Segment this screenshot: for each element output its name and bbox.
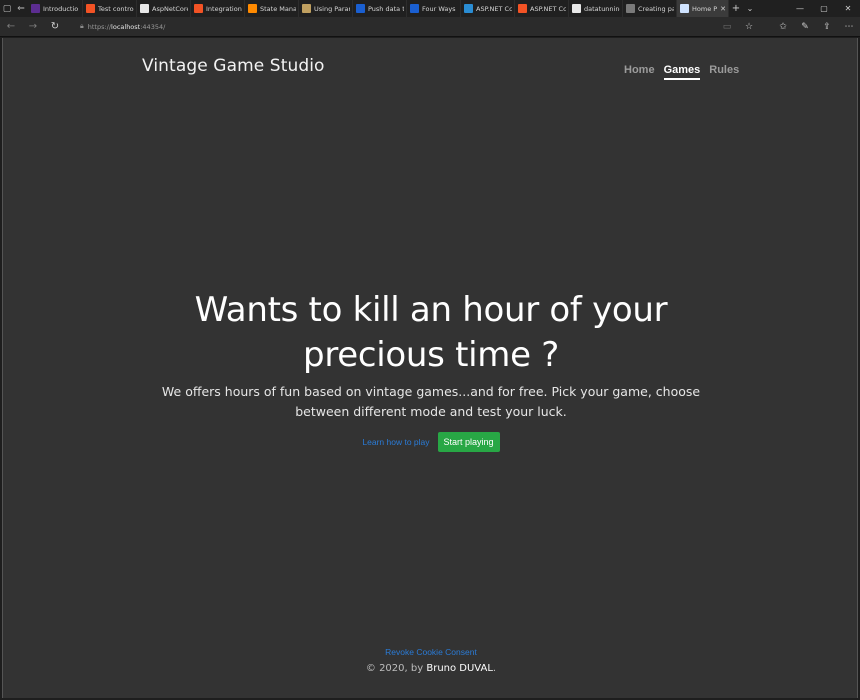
browser-tab-active[interactable]: Home P ✕	[677, 0, 729, 17]
start-playing-button[interactable]: Start playing	[437, 432, 500, 452]
lock-icon: 🔒︎	[80, 22, 84, 30]
tab-favicon-icon	[140, 4, 149, 13]
browser-tab[interactable]: Four Ways	[407, 0, 461, 17]
more-icon[interactable]: ⋯	[838, 22, 860, 32]
new-tab-icon[interactable]: +	[729, 3, 743, 14]
tab-label: AspNetCore	[152, 4, 188, 13]
pen-icon[interactable]: ✎	[794, 22, 816, 32]
browser-tab[interactable]: State Mana	[245, 0, 299, 17]
url-prefix: https://	[87, 22, 112, 31]
browser-tab-bar: ▢ ⇐ Introductio Test control AspNetCore …	[0, 0, 860, 17]
tab-favicon-icon	[302, 4, 311, 13]
favorite-star-icon[interactable]: ☆	[738, 22, 760, 32]
learn-how-to-play-link[interactable]: Learn how to play	[362, 437, 429, 447]
url-rest: :44354/	[140, 22, 166, 31]
nav-rules[interactable]: Rules	[709, 64, 739, 80]
url-text: https://localhost:44354/	[88, 23, 166, 31]
tab-favicon-icon	[31, 4, 40, 13]
chevron-down-icon[interactable]: ⌄	[743, 4, 757, 13]
hero-section: Wants to kill an hour of your precious t…	[3, 288, 859, 452]
browser-tab[interactable]: Introductio	[28, 0, 83, 17]
tab-label: datatunning	[584, 4, 620, 13]
tab-label: Four Ways	[422, 4, 456, 13]
browser-tab[interactable]: Using Parar	[299, 0, 353, 17]
nav-games[interactable]: Games	[663, 64, 701, 80]
share-icon[interactable]: ⇪	[816, 22, 838, 32]
tab-favicon-icon	[464, 4, 473, 13]
main-nav: Home Games Rules	[624, 64, 739, 80]
tab-favicon-icon	[680, 4, 689, 13]
window-controls: — ▢ ✕	[788, 4, 860, 13]
tab-label: Using Parar	[314, 4, 350, 13]
revoke-cookie-consent-link[interactable]: Revoke Cookie Consent	[3, 647, 859, 657]
address-bar-actions: ▭ ☆ ✩ ✎ ⇪ ⋯	[716, 22, 860, 32]
tab-favicon-icon	[518, 4, 527, 13]
hero-title: Wants to kill an hour of your precious t…	[194, 290, 668, 375]
tab-favicon-icon	[194, 4, 203, 13]
browser-tab[interactable]: Push data t	[353, 0, 407, 17]
tab-label: Push data t	[368, 4, 404, 13]
tab-label: Creating pa	[638, 4, 674, 13]
close-window-icon[interactable]: ✕	[836, 4, 860, 13]
page-viewport: Vintage Game Studio Home Games Rules Wan…	[2, 38, 858, 698]
tab-label: ASP.NET Cc	[476, 4, 512, 13]
footer: Revoke Cookie Consent © 2020, by Bruno D…	[3, 647, 859, 674]
reading-view-icon[interactable]: ▭	[716, 22, 738, 32]
copyright-text: © 2020, by	[365, 663, 424, 674]
browser-tab[interactable]: Test control	[83, 0, 137, 17]
site-brand[interactable]: Vintage Game Studio	[142, 56, 325, 76]
copyright-period: .	[492, 663, 497, 674]
hero-actions: Learn how to play Start playing	[3, 432, 859, 452]
url-host: localhost	[111, 22, 141, 31]
nav-home[interactable]: Home	[624, 64, 655, 80]
tab-favicon-icon	[572, 4, 581, 13]
tab-favicon-icon	[410, 4, 419, 13]
tab-favicon-icon	[86, 4, 95, 13]
browser-tab[interactable]: Creating pa	[623, 0, 677, 17]
tab-label: Home P	[692, 4, 718, 13]
author-name: Bruno DUVAL	[426, 663, 493, 674]
tab-label: ASP.NET Cc	[530, 4, 566, 13]
set-aside-tabs-icon[interactable]: ⇐	[14, 0, 28, 17]
tab-label: State Mana	[260, 4, 296, 13]
tab-label: Introductio	[43, 4, 79, 13]
close-tab-icon[interactable]: ✕	[720, 5, 726, 13]
tab-actions-icon[interactable]: ▢	[0, 0, 14, 17]
browser-tab[interactable]: datatunning	[569, 0, 623, 17]
favorites-hub-icon[interactable]: ✩	[772, 22, 794, 32]
forward-arrow-icon[interactable]: →	[22, 21, 44, 32]
maximize-icon[interactable]: ▢	[812, 4, 836, 13]
minimize-icon[interactable]: —	[788, 4, 812, 13]
copyright: © 2020, by Bruno DUVAL.	[3, 663, 859, 674]
back-arrow-icon[interactable]: ←	[0, 21, 22, 32]
browser-tab[interactable]: ASP.NET Cc	[515, 0, 569, 17]
tab-favicon-icon	[626, 4, 635, 13]
refresh-icon[interactable]: ↻	[44, 21, 66, 32]
tab-label: Test control	[98, 4, 134, 13]
browser-tab[interactable]: AspNetCore	[137, 0, 191, 17]
url-field[interactable]: 🔒︎ https://localhost:44354/	[80, 22, 716, 31]
hero-subtitle: We offers hours of fun based on vintage …	[161, 384, 701, 419]
browser-tab[interactable]: ASP.NET Cc	[461, 0, 515, 17]
address-bar: ← → ↻ 🔒︎ https://localhost:44354/ ▭ ☆ ✩ …	[0, 17, 860, 37]
tab-favicon-icon	[356, 4, 365, 13]
tab-favicon-icon	[248, 4, 257, 13]
tab-label: Integration	[206, 4, 242, 13]
browser-tab[interactable]: Integration	[191, 0, 245, 17]
